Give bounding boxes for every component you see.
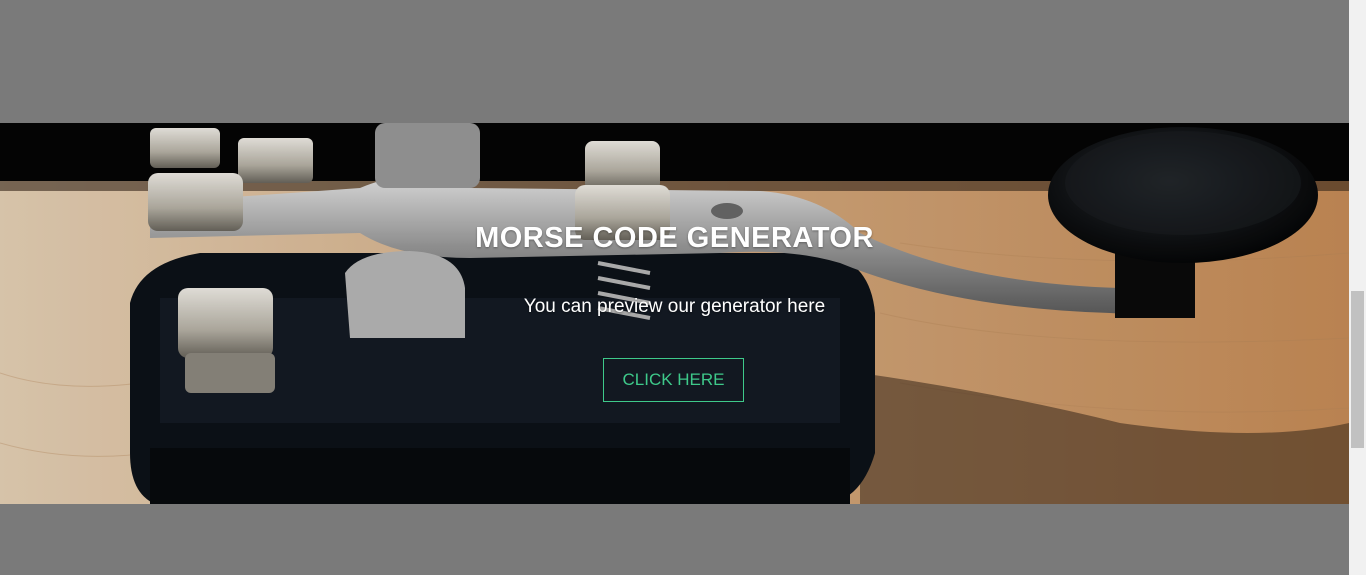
hero-subtitle: You can preview our generator here <box>523 296 826 317</box>
hero-banner: MORSE CODE GENERATOR You can preview our… <box>0 123 1349 504</box>
top-gray-section <box>0 0 1349 123</box>
hero-title: MORSE CODE GENERATOR <box>475 222 874 254</box>
scrollbar-thumb[interactable] <box>1351 291 1364 448</box>
vertical-scrollbar[interactable] <box>1349 0 1366 575</box>
click-here-button[interactable]: CLICK HERE <box>603 358 744 402</box>
page: MORSE CODE GENERATOR You can preview our… <box>0 0 1366 575</box>
hero-content: MORSE CODE GENERATOR You can preview our… <box>0 123 1349 504</box>
bottom-gray-section <box>0 504 1349 575</box>
